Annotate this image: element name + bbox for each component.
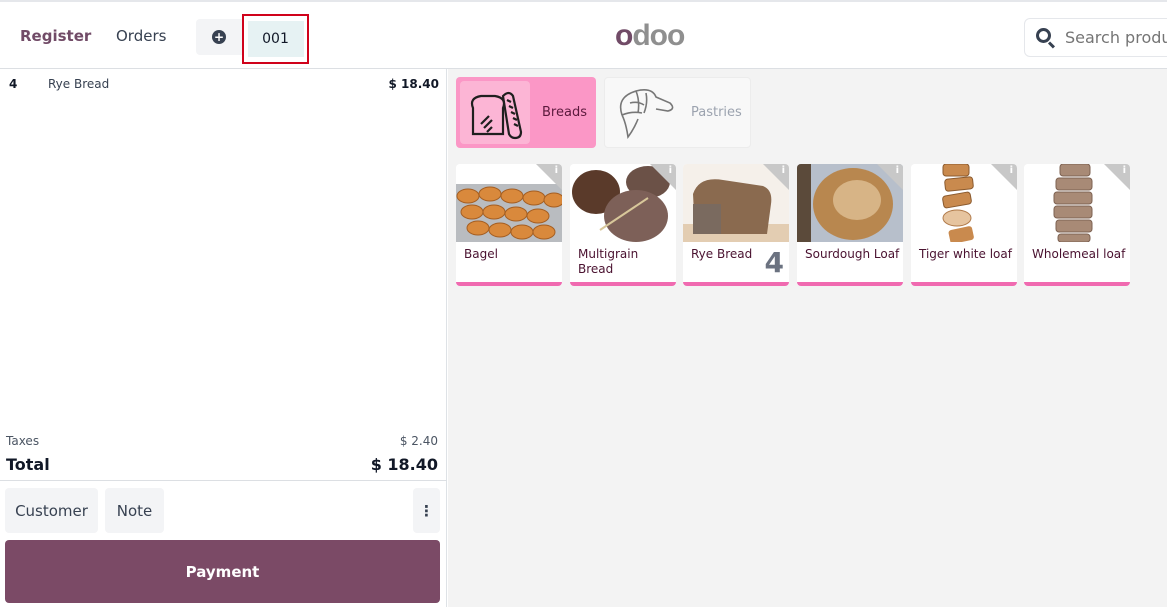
payment-button[interactable]: Payment: [5, 540, 440, 603]
note-button[interactable]: Note: [105, 488, 164, 533]
info-icon[interactable]: [763, 164, 789, 190]
order-line-price: $ 18.40: [388, 77, 439, 91]
more-options-button[interactable]: ⋮: [413, 488, 440, 533]
new-order-button[interactable]: +: [196, 19, 242, 55]
customer-button[interactable]: Customer: [5, 488, 98, 533]
product-quantity-badge: 4: [764, 246, 784, 279]
product-name: Sourdough Loaf: [805, 247, 900, 261]
info-icon[interactable]: [877, 164, 903, 190]
nav-register[interactable]: Register: [20, 27, 91, 45]
order-line-name: Rye Bread: [48, 77, 110, 91]
plus-circle-icon: +: [212, 30, 226, 44]
order-panel: 4 Rye Bread $ 18.40 Taxes $ 2.40 Total $…: [0, 69, 447, 607]
total-label: Total: [6, 455, 50, 474]
bread-icon: [460, 81, 530, 144]
info-icon[interactable]: [1104, 164, 1130, 190]
category-pastries[interactable]: Pastries: [604, 77, 751, 148]
odoo-logo: odoo: [615, 19, 685, 52]
product-card-tiger-white-loaf[interactable]: i Tiger white loaf: [911, 164, 1017, 286]
info-icon[interactable]: [650, 164, 676, 190]
product-name: Wholemeal loaf: [1032, 247, 1126, 261]
search-box[interactable]: [1024, 18, 1167, 57]
category-breads[interactable]: Breads: [456, 77, 596, 148]
taxes-value: $ 2.40: [399, 434, 438, 448]
product-card-bagel[interactable]: i Bagel: [456, 164, 562, 286]
info-icon[interactable]: [991, 164, 1017, 190]
order-tab-selected[interactable]: 001: [242, 14, 309, 64]
product-name: Tiger white loaf: [919, 247, 1012, 261]
croissant-icon: [609, 81, 679, 144]
order-number: 001: [247, 21, 304, 57]
product-card-wholemeal-loaf[interactable]: i Wholemeal loaf: [1024, 164, 1130, 286]
info-icon[interactable]: [536, 164, 562, 190]
top-bar: Register Orders + 001 odoo: [0, 0, 1167, 69]
search-icon: [1035, 27, 1057, 49]
category-label: Breads: [542, 105, 587, 120]
category-label: Pastries: [691, 105, 742, 120]
taxes-label: Taxes: [6, 434, 40, 448]
product-name: Bagel: [464, 247, 498, 261]
product-card-rye-bread[interactable]: i Rye Bread 4: [683, 164, 789, 286]
product-card-multigrain-bread[interactable]: i Multigrain Bread: [570, 164, 676, 286]
product-name: Multigrain Bread: [578, 247, 639, 276]
total-value: $ 18.40: [370, 455, 438, 474]
order-line[interactable]: 4 Rye Bread $ 18.40: [0, 77, 447, 97]
product-card-sourdough-loaf[interactable]: i Sourdough Loaf: [797, 164, 903, 286]
divider: [0, 480, 447, 481]
order-line-qty: 4: [9, 77, 18, 91]
nav-orders[interactable]: Orders: [116, 27, 166, 45]
search-input[interactable]: [1065, 28, 1167, 47]
product-panel: Breads Pastries i Bagel i Multigrain Bre…: [448, 69, 1167, 607]
